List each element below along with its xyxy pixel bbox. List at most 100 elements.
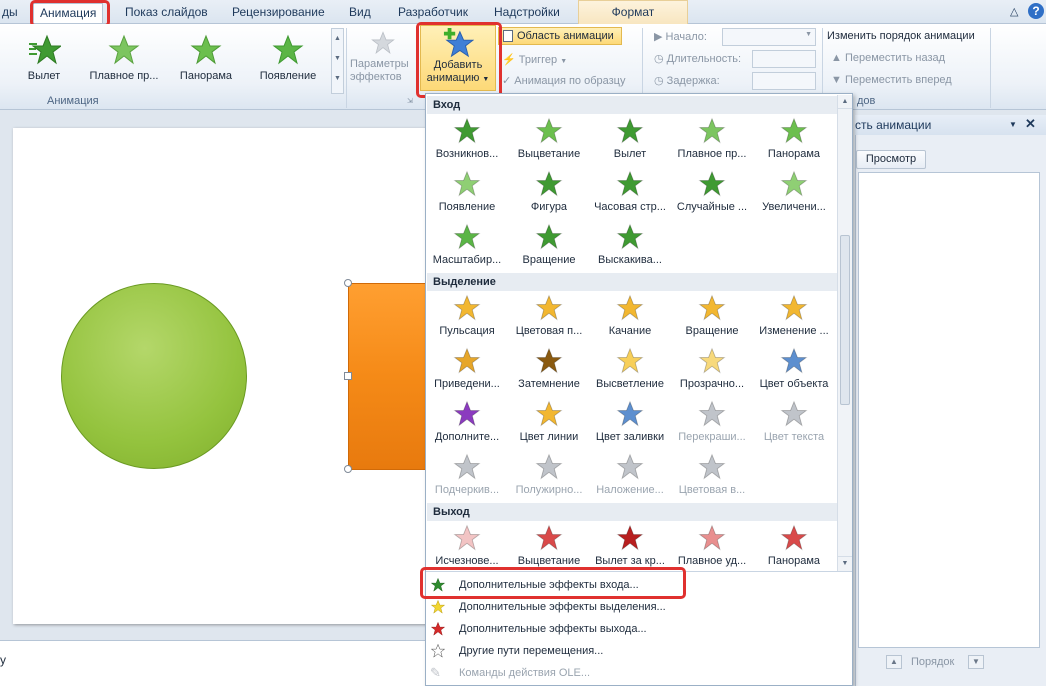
emphasis-effect-item[interactable]: Дополните... <box>426 400 508 443</box>
entrance-effect-item[interactable]: Появление <box>426 170 508 213</box>
scroll-up-icon[interactable]: ▲ <box>838 95 852 109</box>
scroll-down-icon[interactable]: ▼ <box>838 556 852 570</box>
dialog-launcher-icon[interactable]: ⇲ <box>407 97 413 105</box>
tab-view[interactable]: Вид <box>343 3 377 23</box>
delay-label-row: ◷ Задержка: <box>654 74 720 87</box>
start-combo[interactable]: ▼ <box>722 28 816 46</box>
resize-handle-top-left[interactable] <box>344 279 352 287</box>
move-later-button[interactable]: ▼ Переместить вперед <box>831 74 952 86</box>
effect-label: Выцветание <box>517 555 581 567</box>
entrance-effect-item[interactable]: Возникнов... <box>426 117 508 160</box>
emphasis-effect-item[interactable]: Прозрачно... <box>671 347 753 390</box>
tab-animation[interactable]: Анимация <box>33 3 104 23</box>
exit-effect-item[interactable]: Исчезнове... <box>426 524 508 567</box>
animation-list[interactable] <box>858 172 1040 648</box>
effect-star-icon <box>698 524 726 551</box>
move-earlier-button[interactable]: ▲ Переместить назад <box>831 52 945 64</box>
more-emphasis-effects[interactable]: Дополнительные эффекты выделения... <box>430 597 680 617</box>
gallery-up-icon[interactable]: ▲ <box>332 29 343 49</box>
entrance-effect-item[interactable]: Панорама <box>753 117 835 160</box>
effect-label: Цвет объекта <box>759 378 829 390</box>
close-icon[interactable]: ✕ <box>1025 114 1036 134</box>
gallery-item-pan[interactable]: Панорама <box>166 34 246 82</box>
emphasis-effect-item[interactable]: Цвет заливки <box>589 400 671 443</box>
star-disabled-icon <box>371 31 395 54</box>
duration-spinner[interactable] <box>752 50 816 68</box>
emphasis-effect-item[interactable]: Затемнение <box>508 347 590 390</box>
tab-addins[interactable]: Надстройки <box>488 3 566 23</box>
order-down-icon[interactable]: ▼ <box>968 655 984 669</box>
gallery-item-fly[interactable]: Вылет <box>4 34 84 82</box>
entrance-effect-item[interactable]: Плавное пр... <box>671 117 753 160</box>
entrance-effect-item[interactable]: Случайные ... <box>671 170 753 213</box>
move-earlier-label: Переместить назад <box>844 52 946 64</box>
orange-rectangle-shape[interactable] <box>348 283 428 470</box>
more-entrance-effects[interactable]: Дополнительные эффекты входа... <box>430 575 680 595</box>
effect-label: Перекраши... <box>678 431 746 443</box>
emphasis-effect-item[interactable]: Цветовая п... <box>508 294 590 337</box>
delay-spinner[interactable] <box>752 72 816 90</box>
section-emphasis: Выделение <box>427 273 837 291</box>
effect-star-icon <box>616 223 644 250</box>
animation-painter-button[interactable]: ✓ Анимация по образцу <box>502 74 625 87</box>
tab-slideshow[interactable]: Показ слайдов <box>119 3 214 23</box>
emphasis-effect-item[interactable]: Высветление <box>589 347 671 390</box>
exit-effect-item[interactable]: Плавное уд... <box>671 524 753 567</box>
gallery-down-icon[interactable]: ▼ <box>332 49 343 69</box>
emphasis-effect-item[interactable]: Качание <box>589 294 671 337</box>
menu-scrollbar[interactable]: ▲ ▼ <box>837 95 852 571</box>
tab-format[interactable]: Формат <box>578 0 688 24</box>
effect-label: Дополните... <box>434 431 500 443</box>
exit-effect-item[interactable]: Вылет за кр... <box>589 524 671 567</box>
resize-handle-bottom-left[interactable] <box>344 465 352 473</box>
emphasis-effect-item: Цвет текста <box>753 400 835 443</box>
notes-pane[interactable]: у <box>0 640 430 686</box>
more-exit-effects[interactable]: Дополнительные эффекты выхода... <box>430 619 680 639</box>
scroll-thumb[interactable] <box>840 235 850 405</box>
exit-effect-item[interactable]: Выцветание <box>508 524 590 567</box>
add-animation-button[interactable]: Добавить анимацию ▼ <box>420 25 496 91</box>
order-up-icon[interactable]: ▲ <box>886 655 902 669</box>
minimize-ribbon-icon[interactable]: △ <box>1010 5 1018 18</box>
effect-star-icon <box>698 294 726 321</box>
entrance-effect-item[interactable]: Вылет <box>589 117 671 160</box>
effect-star-icon <box>535 453 563 480</box>
entrance-effect-item[interactable]: Фигура <box>508 170 590 213</box>
resize-handle-left[interactable] <box>344 372 352 380</box>
green-circle-shape[interactable] <box>61 283 247 469</box>
entrance-effect-item[interactable]: Масштабир... <box>426 223 508 266</box>
effect-label: Плавное уд... <box>677 555 747 567</box>
tab-review[interactable]: Рецензирование <box>226 3 331 23</box>
entrance-effect-item[interactable]: Увеличени... <box>753 170 835 213</box>
entrance-effect-item[interactable]: Выцветание <box>508 117 590 160</box>
emphasis-effect-item[interactable]: Пульсация <box>426 294 508 337</box>
effect-star-icon <box>780 170 808 197</box>
gallery-more-icon[interactable]: ▼ <box>332 69 343 89</box>
gallery-item-appear[interactable]: Появление <box>248 34 328 82</box>
emphasis-effect-item[interactable]: Приведени... <box>426 347 508 390</box>
gallery-scroll[interactable]: ▲ ▼ ▼ <box>331 28 344 94</box>
add-star-icon <box>443 28 474 58</box>
entrance-effect-item[interactable]: Вращение <box>508 223 590 266</box>
effect-params-button[interactable]: Параметры эффектов <box>350 28 416 84</box>
gallery-item-fade[interactable]: Плавное пр... <box>84 34 164 82</box>
pane-menu-icon[interactable]: ▼ <box>1009 115 1017 135</box>
animation-pane-button[interactable]: Область анимации <box>498 27 622 45</box>
more-motion-paths[interactable]: Другие пути перемещения... <box>430 641 680 661</box>
emphasis-effect-item[interactable]: Вращение <box>671 294 753 337</box>
ole-icon: ✎ <box>430 665 441 680</box>
entrance-effect-item[interactable]: Часовая стр... <box>589 170 671 213</box>
emphasis-effect-item[interactable]: Цвет линии <box>508 400 590 443</box>
ole-action-verbs[interactable]: ✎ Команды действия OLE... <box>430 663 680 683</box>
emphasis-effect-item[interactable]: Изменение ... <box>753 294 835 337</box>
help-icon[interactable]: ? <box>1028 3 1044 19</box>
entrance-effect-item[interactable]: Выскакива... <box>589 223 671 266</box>
tab-partial[interactable]: ды <box>0 3 24 23</box>
tab-developer[interactable]: Разработчик <box>392 3 474 23</box>
exit-effect-item[interactable]: Панорама <box>753 524 835 567</box>
more-emphasis-label: Дополнительные эффекты выделения... <box>459 601 666 613</box>
more-entrance-label: Дополнительные эффекты входа... <box>459 579 639 591</box>
trigger-button[interactable]: ⚡ Триггер ▼ <box>502 53 567 66</box>
emphasis-effect-item[interactable]: Цвет объекта <box>753 347 835 390</box>
preview-button[interactable]: Просмотр <box>856 150 926 169</box>
